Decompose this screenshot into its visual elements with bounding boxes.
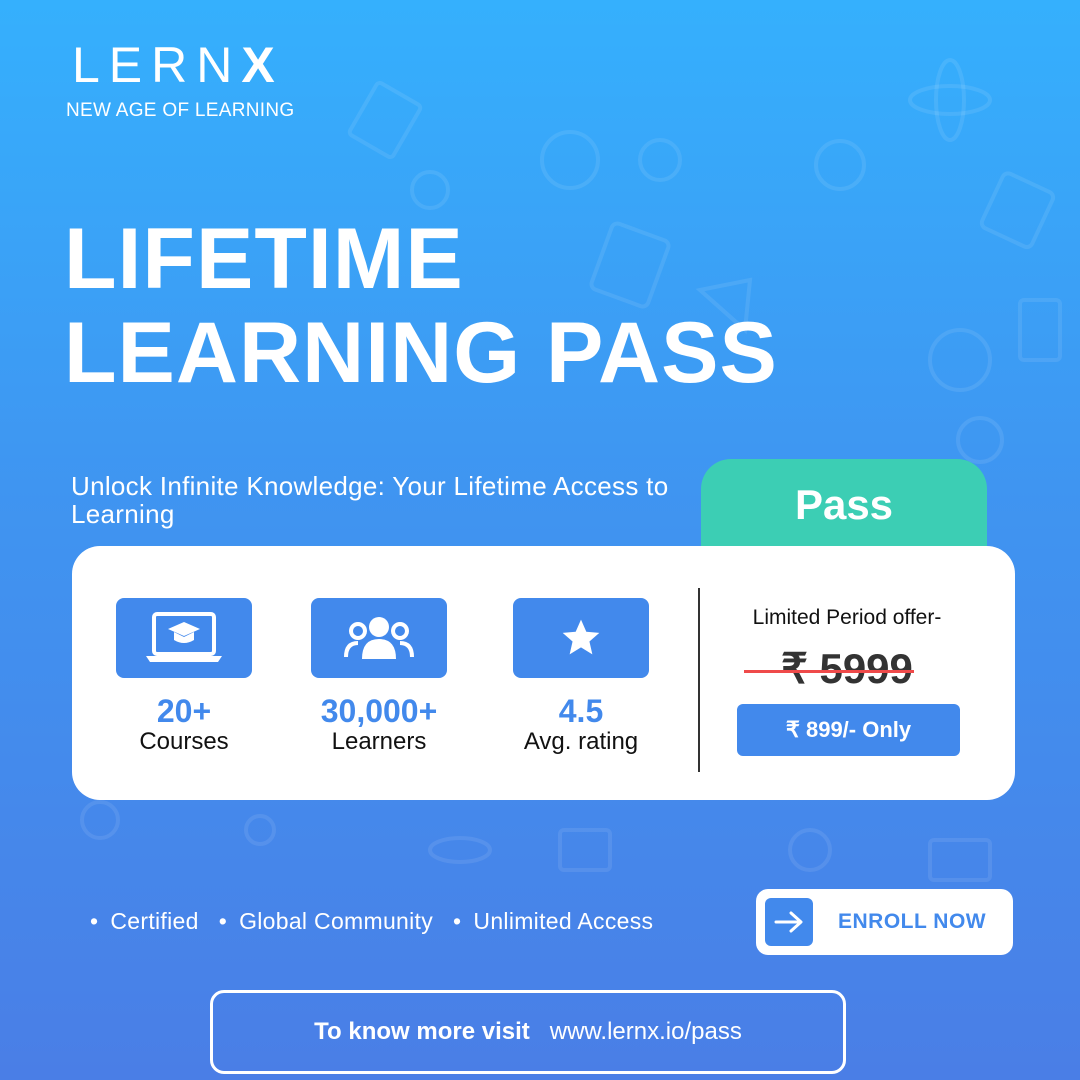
stat-label: Avg. rating <box>523 728 639 755</box>
card-divider <box>698 588 700 772</box>
stat-learners: 30,000+ Learners <box>279 598 479 756</box>
laptop-graduation-icon <box>116 598 252 678</box>
brand-tagline: NEW AGE OF LEARNING <box>66 100 295 121</box>
arrow-right-icon <box>765 898 813 946</box>
stat-value: 4.5 <box>558 693 604 729</box>
brand-logo: LERNX <box>72 40 284 90</box>
offer-card: 20+ Courses 30,000+ Learners 4.5 Avg. ra… <box>72 546 1015 800</box>
headline: LIFETIME LEARNING PASS <box>64 212 778 400</box>
stat-rating: 4.5 Avg. rating <box>481 598 681 756</box>
strikethrough-line <box>744 670 914 673</box>
stat-label: Courses <box>139 728 229 755</box>
offer-label: Limited Period offer- <box>752 606 942 629</box>
feature-list: Certified Global Community Unlimited Acc… <box>90 908 653 935</box>
logo-main: LERN <box>72 37 242 93</box>
subtitle: Unlock Infinite Knowledge: Your Lifetime… <box>71 471 669 529</box>
headline-line-2: LEARNING PASS <box>64 305 778 401</box>
stat-courses: 20+ Courses <box>84 598 284 756</box>
visit-link[interactable]: To know more visit www.lernx.io/pass <box>210 990 846 1074</box>
old-price: ₹ 5999 <box>712 644 982 694</box>
logo-x: X <box>241 37 284 93</box>
new-price-button[interactable]: ₹ 899/- Only <box>737 704 960 756</box>
feature-item: Unlimited Access <box>453 908 653 935</box>
feature-item: Certified <box>90 908 199 935</box>
enroll-now-button[interactable]: ENROLL NOW <box>756 889 1013 955</box>
stat-value: 30,000+ <box>320 693 438 729</box>
visit-label: To know more visit <box>314 1018 530 1045</box>
visit-url[interactable]: www.lernx.io/pass <box>550 1018 742 1046</box>
star-icon <box>513 598 649 678</box>
headline-line-1: LIFETIME <box>64 211 464 307</box>
stat-value: 20+ <box>156 693 212 729</box>
users-icon <box>311 598 447 678</box>
enroll-label: ENROLL NOW <box>838 910 987 933</box>
stat-label: Learners <box>331 728 427 755</box>
feature-item: Global Community <box>219 908 433 935</box>
old-price-value: ₹ 5999 <box>781 645 913 692</box>
